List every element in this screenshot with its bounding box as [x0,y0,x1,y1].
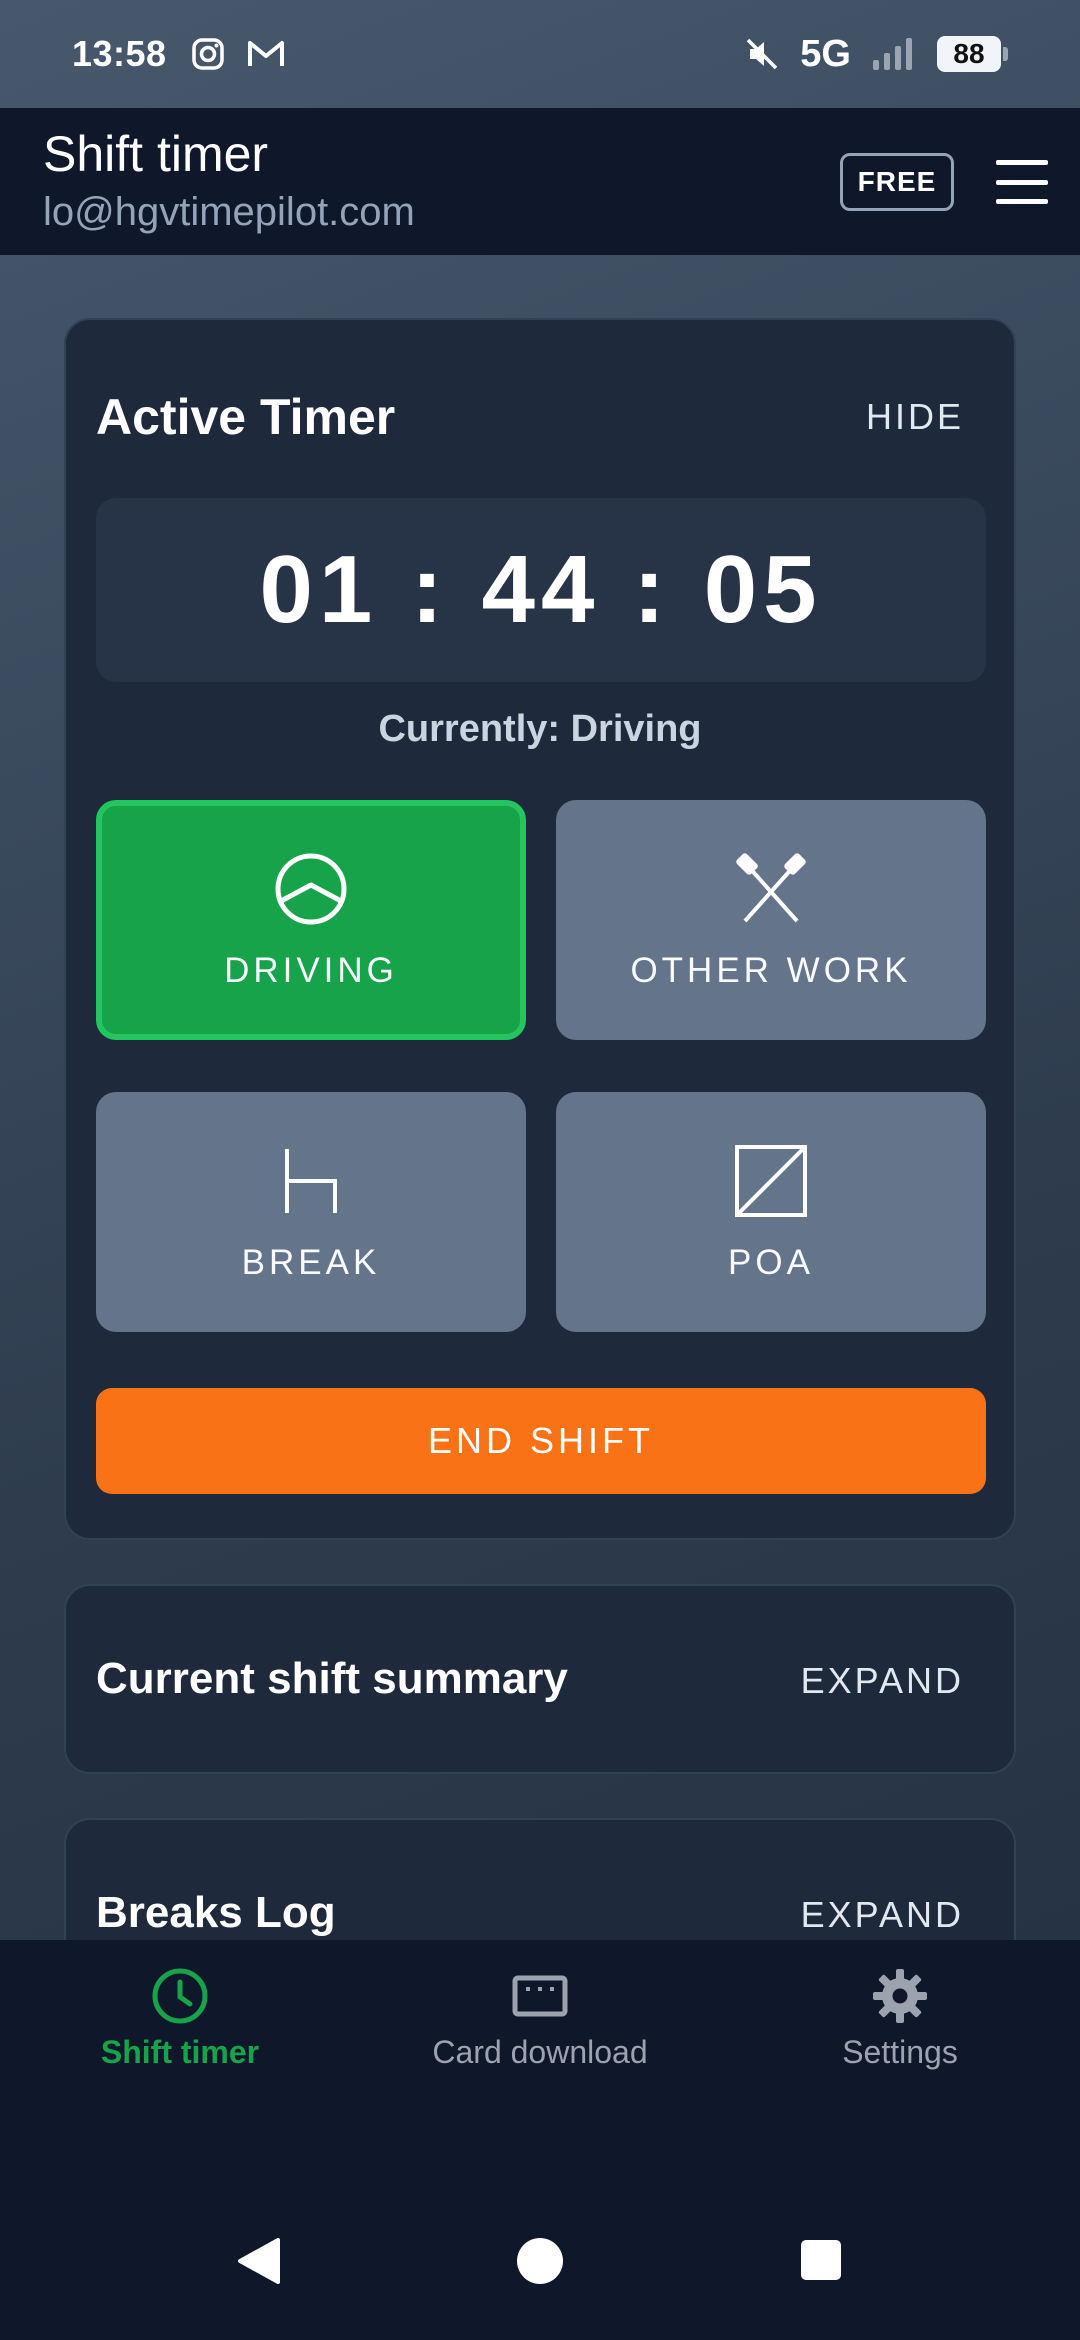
status-time: 13:58 [72,33,167,74]
menu-button[interactable] [996,160,1048,204]
mute-icon [747,38,778,70]
summary-expand-button[interactable]: EXPAND [801,1660,964,1702]
network-type: 5G [800,32,851,75]
status-bar: 13:58 5G 88 [0,0,1080,108]
back-icon[interactable] [236,2236,282,2286]
nav-shift-timer-label: Shift timer [100,2034,260,2070]
shift-summary-title: Current shift summary [96,1654,568,1703]
other-work-label: OTHER WORK [630,951,912,990]
poa-label: POA [728,1243,814,1282]
driving-label: DRIVING [224,951,398,990]
nav-card-download[interactable]: Card download [400,1966,680,2071]
instagram-icon [191,38,224,70]
nav-settings[interactable]: Settings [760,1966,1040,2071]
steering-wheel-icon [275,853,347,925]
shift-summary-card[interactable]: Current shift summary EXPAND [64,1584,1016,1774]
hamburger-icon [996,160,1048,165]
nav-shift-timer[interactable]: Shift timer [40,1966,320,2071]
battery-indicator: 88 [937,36,1008,72]
break-button[interactable]: BREAK [96,1092,526,1332]
clock-icon [152,1968,208,2024]
breaks-expand-button[interactable]: EXPAND [801,1894,964,1936]
battery-level: 88 [937,36,1001,72]
end-shift-button[interactable]: END SHIFT [96,1388,986,1494]
app-header: Shift timer lo@hgvtimepilot.com FREE [0,108,1080,255]
card-reader-icon [512,1975,568,2017]
poa-button[interactable]: POA [556,1092,986,1332]
gear-icon [873,1969,927,2023]
home-icon[interactable] [515,2236,565,2286]
nav-settings-label: Settings [842,2034,958,2070]
poa-square-icon [735,1145,807,1217]
recents-icon[interactable] [800,2239,842,2281]
bed-icon [285,1149,337,1213]
driving-button[interactable]: DRIVING [96,800,526,1040]
breaks-log-title: Breaks Log [96,1888,336,1937]
elapsed-timer: 01 : 44 : 05 [96,498,986,682]
gmail-icon [247,41,284,66]
plan-badge[interactable]: FREE [840,153,954,211]
break-label: BREAK [241,1243,381,1282]
hide-button[interactable]: HIDE [866,396,964,438]
crossed-hammers-icon [736,853,806,923]
active-timer-title: Active Timer [96,389,396,445]
current-mode-status: Currently: Driving [378,708,702,750]
bottom-navigation: Shift timer Card download Settings [0,1940,1080,2340]
signal-icon [873,38,912,70]
nav-card-download-label: Card download [432,2034,648,2070]
active-timer-card: Active Timer HIDE 01 : 44 : 05 Currently… [64,318,1016,1540]
other-work-button[interactable]: OTHER WORK [556,800,986,1040]
